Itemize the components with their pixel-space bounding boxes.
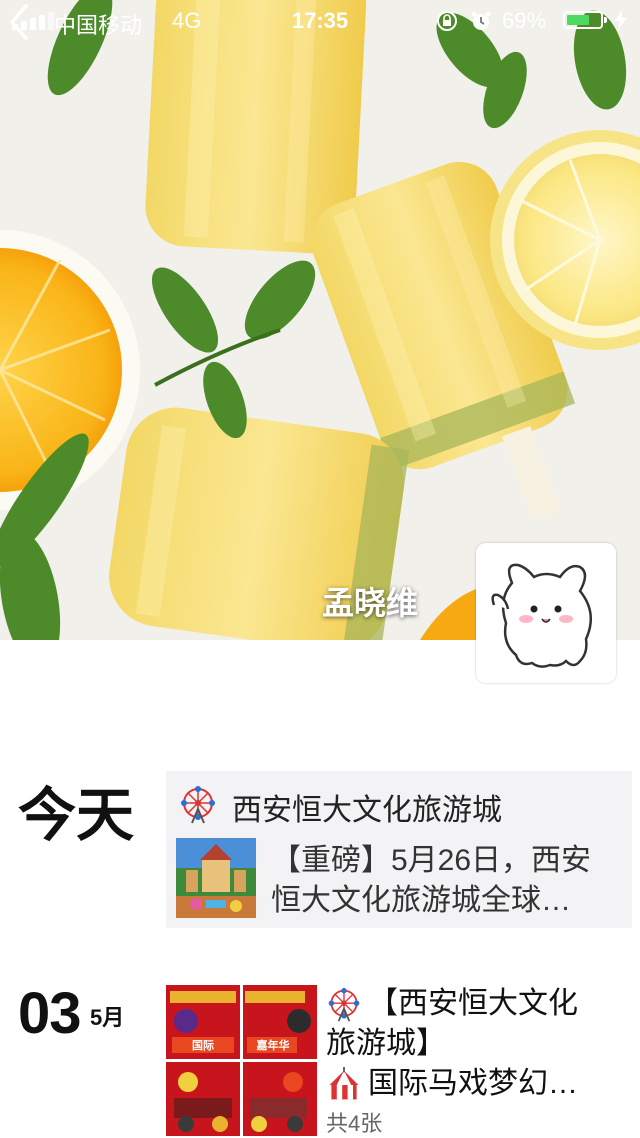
ferris-wheel-icon [328, 987, 360, 1022]
post-photo-thumbnail[interactable] [166, 1062, 240, 1136]
post-text-line: 国际马戏梦幻… [326, 1064, 626, 1104]
ferris-wheel-icon [181, 786, 215, 824]
chevron-left-icon [10, 4, 28, 40]
cartoon-cat-icon [476, 543, 616, 683]
orientation-lock-icon [437, 11, 457, 31]
profile-username[interactable]: 孟晓维 [322, 578, 418, 624]
shared-article-card[interactable]: 西安恒大文化旅游城 【重磅】5月26日，西安 恒大文化旅游城全球… [166, 771, 632, 928]
alarm-icon [471, 11, 491, 30]
card-description-line: 【重磅】5月26日，西安 [271, 844, 592, 877]
circus-tent-icon [329, 1067, 359, 1100]
post-photo-grid[interactable]: 国际 嘉年华 [166, 985, 317, 1136]
card-title: 西安恒大文化旅游城 [232, 794, 502, 827]
post-text[interactable]: 【西安恒大文化 旅游城】 国际马戏梦幻… [326, 984, 626, 1104]
photo-count: 共4张 [326, 1111, 383, 1136]
back-button[interactable] [0, 0, 40, 44]
circus-poster-image [243, 1062, 317, 1136]
circus-poster-image: 国际 [166, 985, 240, 1059]
circus-poster-image [166, 1062, 240, 1136]
post-text-line: 旅游城】 [326, 1027, 446, 1060]
battery-percent: 69% [502, 8, 547, 33]
date-day: 03 [18, 981, 82, 1046]
post-photo-thumbnail[interactable]: 国际 [166, 985, 240, 1059]
charging-bolt-icon [615, 10, 627, 30]
post-photo-thumbnail[interactable]: 嘉年华 [243, 985, 317, 1059]
avatar[interactable] [476, 543, 616, 683]
date-label-today: 今天 [18, 783, 135, 848]
status-bar: 中国移动 4G 17:35 69% [0, 0, 640, 40]
date-month: 5月 [90, 1005, 125, 1030]
post-text-line: 【西安恒大文化 [326, 984, 626, 1024]
theme-park-castle-image [176, 838, 256, 918]
svg-text:国际: 国际 [192, 1038, 214, 1052]
battery-icon [563, 11, 607, 29]
post-photo-thumbnail[interactable] [243, 1062, 317, 1136]
svg-text:嘉年华: 嘉年华 [256, 1038, 290, 1052]
battery-fill [567, 15, 589, 25]
circus-poster-image: 嘉年华 [243, 985, 317, 1059]
card-description-line: 恒大文化旅游城全球… [271, 884, 571, 917]
card-description: 【重磅】5月26日，西安 恒大文化旅游城全球… [271, 841, 621, 921]
card-thumbnail [176, 838, 256, 918]
